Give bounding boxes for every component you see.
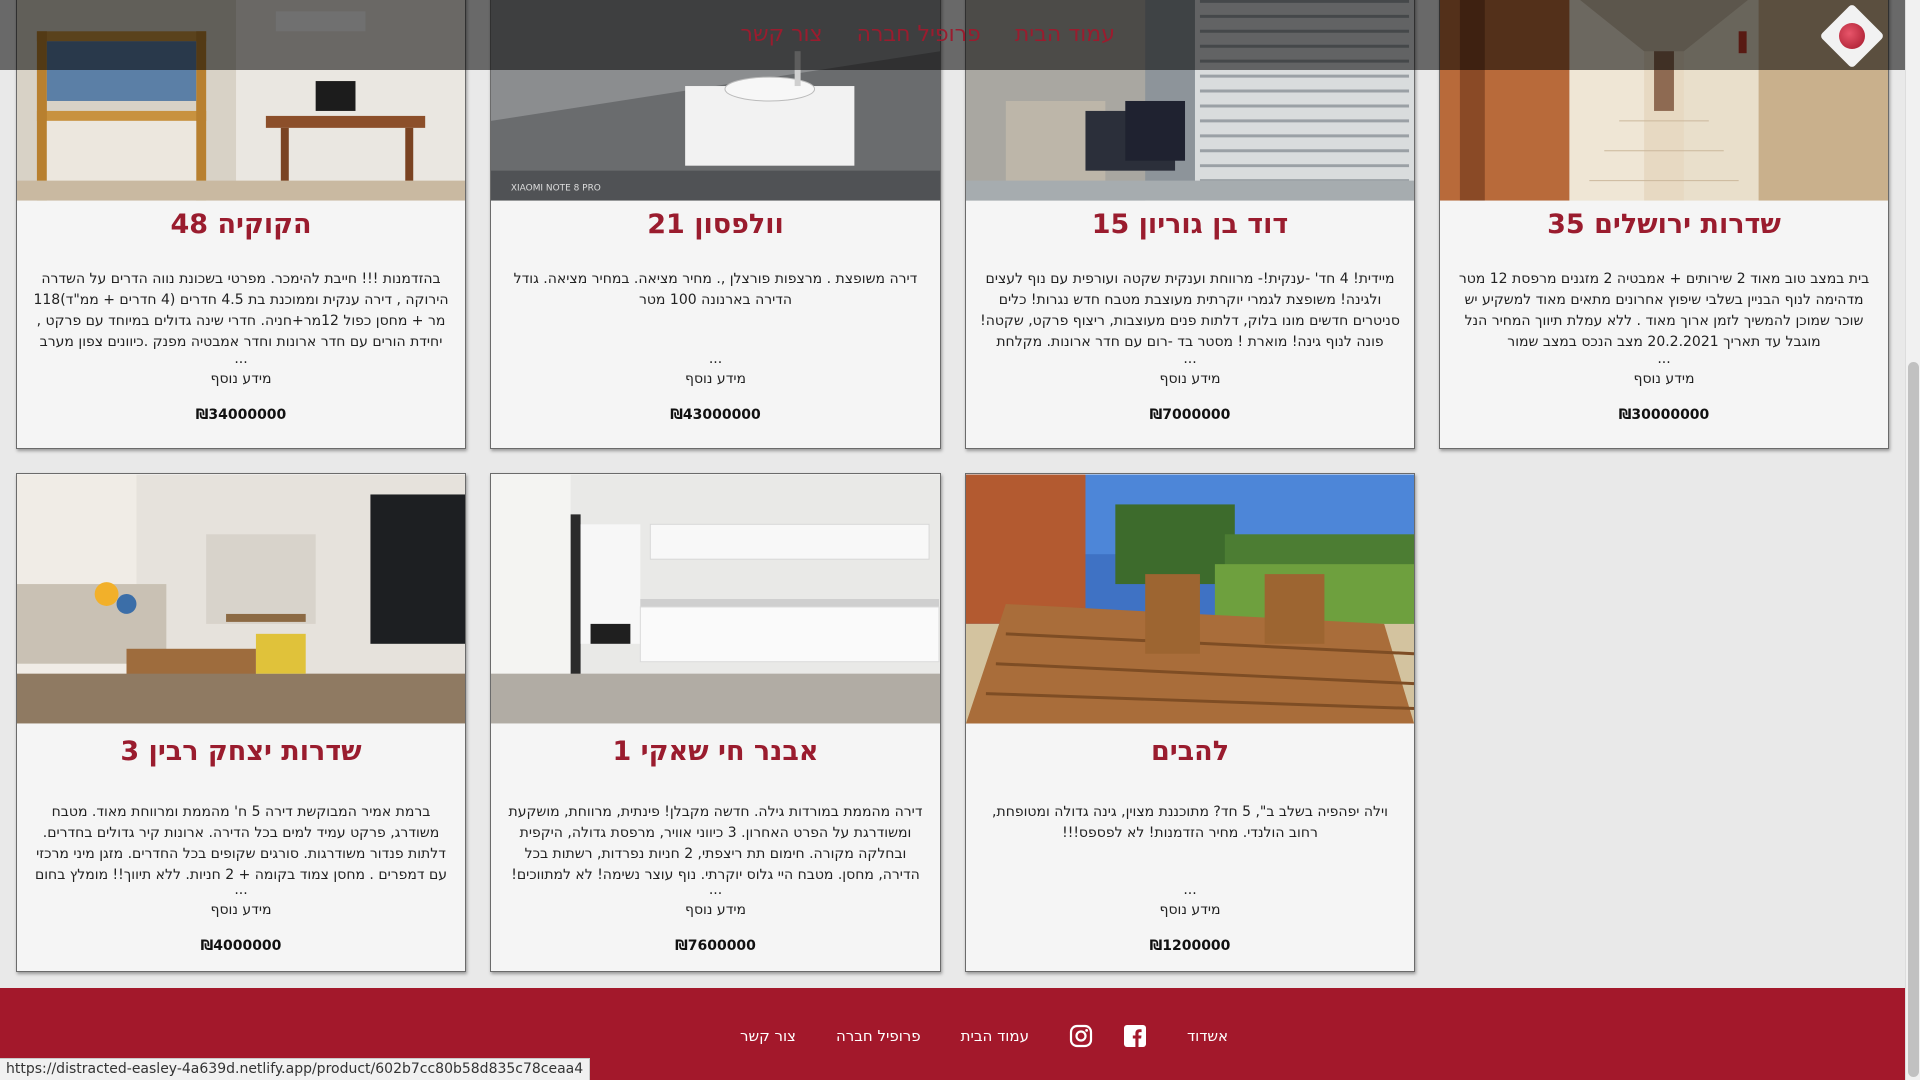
product-title[interactable]: וולפסון 21 [491, 209, 940, 240]
product-price: ₪1200000 [1149, 938, 1231, 954]
vertical-scrollbar[interactable] [1905, 0, 1920, 1080]
product-photo[interactable] [17, 474, 465, 724]
product-price: ₪7600000 [675, 938, 756, 954]
product-card[interactable]: אבנר חי שאקי 1 דירה מהממת במורדות גילה. … [490, 473, 941, 972]
product-description: בית במצב טוב מאוד 2 שירותים + אמבטיה 2 מ… [1458, 271, 1870, 350]
ellipsis: ... [708, 351, 723, 367]
svg-text:XIAOMI NOTE 8 PRO: XIAOMI NOTE 8 PRO [511, 184, 601, 194]
more-info-link[interactable]: מידע נוסף [1440, 371, 1888, 387]
product-title[interactable]: דוד בן גוריון 15 [966, 209, 1414, 240]
ellipsis: ... [708, 882, 723, 898]
product-card[interactable]: להבים וילה יפהפיה בשלב ב", 5 חד? מתוכננת… [965, 473, 1415, 972]
product-photo[interactable] [966, 474, 1414, 724]
product-title[interactable]: להבים [966, 736, 1414, 767]
more-info-link[interactable]: מידע נוסף [17, 902, 465, 918]
more-info-link[interactable]: מידע נוסף [966, 371, 1414, 387]
logo-icon[interactable] [1819, 3, 1885, 69]
product-description: דירה משופצת . מרצפות פורצלן ,. מחיר מציא… [513, 271, 918, 308]
ellipsis: ... [1183, 351, 1197, 367]
nav-profile-link[interactable]: פרופיל חברה [857, 22, 981, 47]
product-description: בהזדמנות !!! חייבת להימכר. מפרטי בשכונת … [33, 271, 449, 350]
product-photo[interactable] [491, 474, 940, 724]
ellipsis: ... [1183, 882, 1197, 898]
product-title[interactable]: הקוקיה 48 [17, 209, 465, 240]
product-price: ₪34000000 [195, 407, 287, 423]
more-info-link[interactable]: מידע נוסף [966, 902, 1414, 918]
product-card[interactable]: שדרות יצחק רבין 3 ברמת אמיר המבוקשת דירה… [16, 473, 466, 972]
ellipsis: ... [234, 882, 248, 898]
ellipsis: ... [1657, 351, 1671, 367]
top-navbar: עמוד הבית פרופיל חברה צור קשר [0, 0, 1905, 70]
more-info-link[interactable]: מידע נוסף [491, 371, 940, 387]
product-description: ברמת אמיר המבוקשת דירה 5 ח' מהממת ומרווח… [34, 804, 448, 883]
product-price: ₪30000000 [1618, 407, 1710, 423]
footer-profile-link[interactable]: פרופיל חברה [836, 1027, 921, 1045]
nav-contact-link[interactable]: צור קשר [741, 22, 823, 47]
footer-home-link[interactable]: עמוד הבית [961, 1027, 1029, 1045]
nav-links: עמוד הבית פרופיל חברה צור קשר [741, 22, 1115, 47]
scrollbar-thumb[interactable] [1908, 362, 1919, 1077]
product-title[interactable]: שדרות יצחק רבין 3 [17, 736, 465, 767]
facebook-icon[interactable] [1123, 1024, 1147, 1048]
footer-contact-link[interactable]: צור קשר [740, 1027, 796, 1045]
product-price: ₪7000000 [1149, 407, 1231, 423]
page: שדרות ירושלים 35 בית במצב טוב מאוד 2 שיר… [0, 0, 1905, 1080]
instagram-icon[interactable] [1069, 1024, 1093, 1048]
footer-links: צור קשר פרופיל חברה עמוד הבית אשדוד [740, 1024, 1228, 1048]
more-info-link[interactable]: מידע נוסף [17, 371, 465, 387]
ellipsis: ... [234, 351, 248, 367]
more-info-link[interactable]: מידע נוסף [491, 902, 940, 918]
product-price: ₪43000000 [670, 407, 761, 423]
status-url-bar: https://distracted-easley-4a639d.netlify… [0, 1058, 591, 1080]
product-title[interactable]: שדרות ירושלים 35 [1440, 209, 1888, 240]
product-title[interactable]: אבנר חי שאקי 1 [491, 736, 940, 767]
footer-city: אשדוד [1186, 1027, 1229, 1045]
product-description: דירה מהממת במורדות גילה. חדשה מקבלן! פינ… [508, 804, 923, 883]
nav-home-link[interactable]: עמוד הבית [1015, 22, 1115, 47]
product-description: וילה יפהפיה בשלב ב", 5 חד? מתוכננת מצוין… [992, 804, 1388, 841]
product-description: מיידית! 4 חד' -ענקית!- מרווחת וענקית שקט… [980, 271, 1400, 350]
product-price: ₪4000000 [200, 938, 282, 954]
